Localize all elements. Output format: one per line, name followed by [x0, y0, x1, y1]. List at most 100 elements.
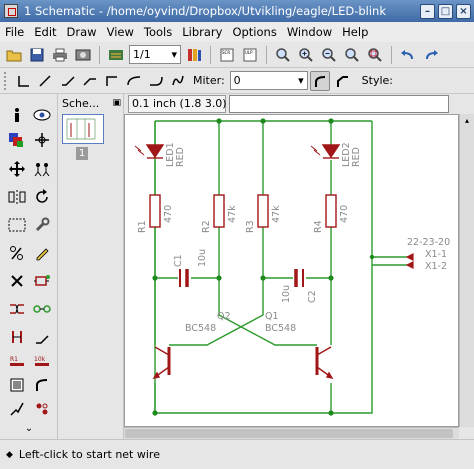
vertical-scrollbar[interactable]: ▴	[459, 114, 474, 427]
delete-icon[interactable]	[6, 270, 28, 292]
replace-icon[interactable]	[6, 326, 28, 348]
q2-symbol[interactable]	[152, 346, 171, 379]
main-toolbar: 1/1 ▾ SCR ULP	[0, 42, 474, 68]
chevron-down-icon[interactable]: ⌄	[18, 420, 40, 436]
add-part-icon[interactable]	[31, 270, 53, 292]
menu-draw[interactable]: Draw	[62, 25, 102, 39]
copy-icon[interactable]	[31, 158, 53, 180]
rotate-icon[interactable]	[31, 186, 53, 208]
sheet-select[interactable]: 1/1 ▾	[129, 45, 181, 64]
wire-bend-style-1-icon[interactable]	[14, 71, 34, 91]
optimize-icon[interactable]	[31, 398, 53, 420]
mirror-icon[interactable]	[6, 186, 28, 208]
mark-icon[interactable]	[31, 129, 53, 151]
value-icon[interactable]: 10k	[31, 350, 53, 372]
library-icon[interactable]	[184, 45, 204, 65]
split-icon[interactable]	[31, 326, 53, 348]
horizontal-scroll-thumb[interactable]	[125, 429, 453, 438]
miter-icon[interactable]	[31, 374, 53, 396]
horizontal-scrollbar[interactable]	[124, 427, 459, 439]
c2-value: 10u	[281, 285, 292, 303]
q2-value: BC548	[185, 323, 216, 334]
show-eye-icon[interactable]	[31, 104, 53, 126]
toolbar-separator	[210, 45, 211, 64]
connector-part-label: 22-23-20	[407, 237, 450, 248]
undo-icon[interactable]	[398, 45, 418, 65]
r3-name: R3	[245, 220, 256, 233]
close-button[interactable]: ×	[456, 3, 471, 19]
r2-symbol[interactable]	[213, 194, 225, 228]
wire-bend-style-5-icon[interactable]	[102, 71, 122, 91]
c1-name: C1	[173, 254, 184, 267]
schematic-canvas[interactable]: LED1 RED LED2 RED R1 470 R2 47k R3 47k R…	[124, 114, 459, 427]
zoom-in-icon[interactable]	[296, 45, 316, 65]
menu-help[interactable]: Help	[337, 25, 373, 39]
menu-edit[interactable]: Edit	[29, 25, 61, 39]
r4-symbol[interactable]	[325, 194, 337, 228]
board-switch-icon[interactable]	[106, 45, 126, 65]
wire-bend-style-3-icon[interactable]	[58, 71, 78, 91]
minimize-button[interactable]: –	[420, 3, 435, 19]
miter-round-icon[interactable]	[309, 70, 330, 91]
script-icon[interactable]: SCR	[217, 45, 237, 65]
display-layers-icon[interactable]	[6, 129, 28, 151]
q1-symbol[interactable]	[315, 346, 334, 379]
print-icon[interactable]	[50, 45, 70, 65]
command-line-input[interactable]	[229, 95, 449, 113]
redo-icon[interactable]	[421, 45, 441, 65]
r2-name: R2	[201, 220, 212, 233]
split-wire-icon[interactable]	[6, 398, 28, 420]
wire-bend-freehand-icon[interactable]	[168, 71, 188, 91]
info-icon[interactable]	[6, 104, 28, 126]
smash-icon[interactable]	[6, 374, 28, 396]
wire-bend-style-7-icon[interactable]	[146, 71, 166, 91]
name-icon[interactable]: R1	[6, 350, 28, 372]
c2-symbol[interactable]	[294, 269, 304, 287]
miter-straight-icon[interactable]	[332, 71, 352, 91]
toolbar-grip[interactable]	[4, 71, 8, 90]
svg-text:ULP: ULP	[245, 50, 253, 55]
r1-name: R1	[137, 220, 148, 233]
pen-icon[interactable]	[31, 242, 53, 264]
connector-pin1-label: X1-1	[425, 249, 447, 260]
q1-value: BC548	[265, 323, 296, 334]
gateswap-icon[interactable]	[31, 298, 53, 320]
wire-bend-style-4-icon[interactable]	[80, 71, 100, 91]
led1-value: RED	[175, 147, 186, 167]
menu-library[interactable]: Library	[177, 25, 227, 39]
ulp-icon[interactable]: ULP	[240, 45, 260, 65]
scroll-up-icon[interactable]: ▴	[462, 116, 472, 126]
zoom-out-icon[interactable]	[319, 45, 339, 65]
panel-pin-icon[interactable]: ▣	[112, 98, 121, 108]
led2-symbol[interactable]	[310, 144, 341, 159]
zoom-redraw-icon[interactable]	[342, 45, 362, 65]
move-icon[interactable]	[6, 158, 28, 180]
c1-symbol[interactable]	[179, 269, 189, 287]
window-title: 1 Schematic - /home/oyvind/Dropbox/Utvik…	[24, 4, 387, 18]
led1-symbol[interactable]	[134, 144, 165, 159]
r3-symbol[interactable]	[257, 194, 269, 228]
r1-symbol[interactable]	[149, 194, 161, 228]
save-icon[interactable]	[27, 45, 47, 65]
wire-bend-style-2-icon[interactable]	[36, 71, 56, 91]
toolbar-separator	[266, 45, 267, 64]
menu-view[interactable]: View	[102, 25, 139, 39]
connector-x1-symbol[interactable]	[405, 253, 414, 269]
cam-processor-icon[interactable]	[73, 45, 93, 65]
paste-icon[interactable]	[6, 242, 28, 264]
pinswap-icon[interactable]	[6, 298, 28, 320]
app-icon	[4, 4, 18, 18]
group-icon[interactable]	[6, 214, 28, 236]
change-wrench-icon[interactable]	[31, 214, 53, 236]
open-folder-icon[interactable]	[4, 45, 24, 65]
menu-window[interactable]: Window	[282, 25, 337, 39]
wire-bend-style-6-icon[interactable]	[124, 71, 144, 91]
maximize-button[interactable]: □	[438, 3, 453, 19]
sheet-thumbnail[interactable]	[62, 114, 104, 144]
menu-options[interactable]: Options	[227, 25, 281, 39]
miter-combo[interactable]: 0 ▾	[229, 71, 308, 90]
zoom-fit-icon[interactable]	[273, 45, 293, 65]
menu-tools[interactable]: Tools	[139, 25, 177, 39]
menu-file[interactable]: File	[0, 25, 29, 39]
zoom-select-icon[interactable]	[365, 45, 385, 65]
